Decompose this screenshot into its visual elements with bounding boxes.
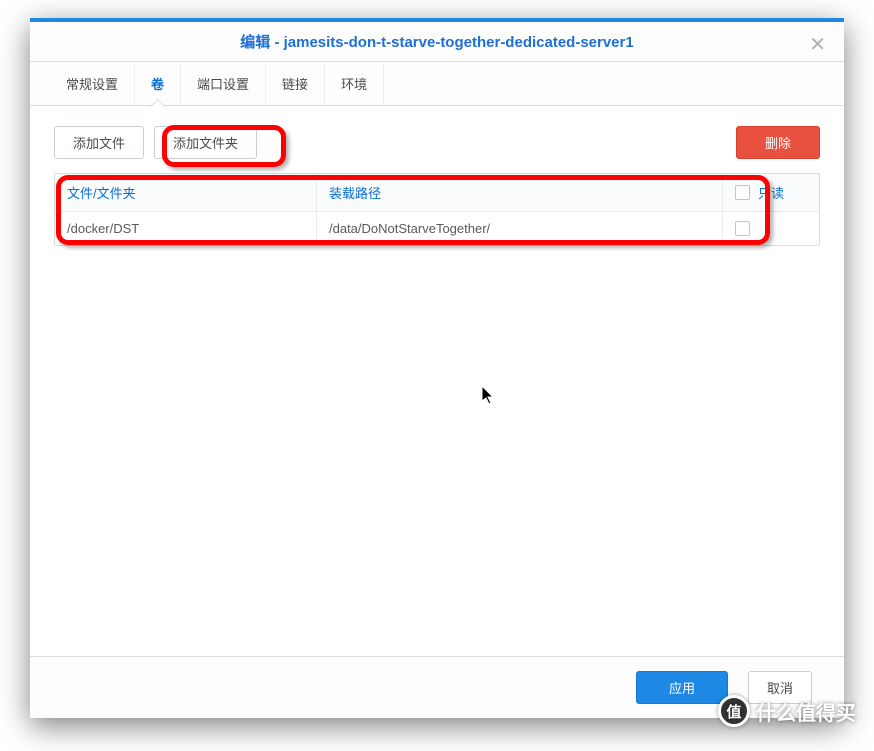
row-checkbox[interactable] — [735, 221, 750, 236]
delete-button[interactable]: 删除 — [736, 126, 820, 159]
header-mount[interactable]: 装载路径 — [317, 174, 723, 211]
watermark: 值 什么值得买 — [718, 695, 856, 727]
tab-volume[interactable]: 卷 — [135, 62, 181, 105]
header-checkbox[interactable] — [735, 185, 750, 200]
cell-path[interactable]: /docker/DST — [55, 212, 317, 245]
table-header: 文件/文件夹 装载路径 只读 — [55, 174, 819, 212]
tab-links[interactable]: 链接 — [266, 62, 325, 105]
close-icon[interactable]: ✕ — [803, 30, 832, 59]
add-file-button[interactable]: 添加文件 — [54, 126, 144, 159]
apply-button[interactable]: 应用 — [636, 671, 728, 704]
cell-mount[interactable]: /data/DoNotStarveTogether/ — [317, 212, 723, 245]
tab-general[interactable]: 常规设置 — [50, 62, 135, 105]
table-row[interactable]: /docker/DST /data/DoNotStarveTogether/ — [55, 212, 819, 245]
watermark-badge-icon: 值 — [718, 695, 750, 727]
title-bar: 编辑 - jamesits-don-t-starve-together-dedi… — [30, 18, 844, 62]
tab-ports[interactable]: 端口设置 — [181, 62, 266, 105]
tab-environment[interactable]: 环境 — [325, 62, 384, 105]
volume-table: 文件/文件夹 装载路径 只读 /docker/DST /data/DoNotSt… — [54, 173, 820, 246]
cell-readonly[interactable] — [723, 212, 819, 245]
edit-dialog: 编辑 - jamesits-don-t-starve-together-dedi… — [30, 18, 844, 718]
header-readonly[interactable]: 只读 — [723, 174, 819, 211]
content-area: 添加文件 添加文件夹 删除 文件/文件夹 装载路径 只读 /docker/DST… — [30, 106, 844, 656]
header-readonly-label: 只读 — [758, 183, 784, 202]
toolbar: 添加文件 添加文件夹 删除 — [54, 126, 820, 159]
dialog-title: 编辑 - jamesits-don-t-starve-together-dedi… — [240, 31, 633, 52]
header-path[interactable]: 文件/文件夹 — [55, 174, 317, 211]
add-folder-button[interactable]: 添加文件夹 — [154, 126, 257, 159]
watermark-text: 什么值得买 — [756, 697, 856, 726]
tab-bar: 常规设置 卷 端口设置 链接 环境 — [30, 62, 844, 106]
